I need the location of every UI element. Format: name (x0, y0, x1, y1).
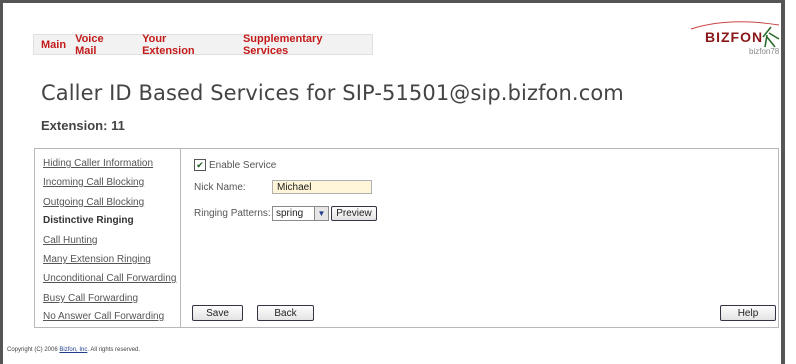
ringing-patterns-label: Ringing Patterns: (194, 208, 271, 219)
sidebar-item-no-answer-call-forwarding[interactable]: No Answer Call Forwarding (43, 311, 164, 322)
help-button[interactable]: Help (720, 305, 776, 321)
footer-copyright: Copyright (C) 2006 Bizfon, Inc. All righ… (7, 347, 140, 353)
enable-service-checkbox[interactable]: ✔ (194, 159, 206, 171)
sidebar-item-busy-call-forwarding[interactable]: Busy Call Forwarding (43, 293, 138, 304)
sidebar-item-many-extension-ringing[interactable]: Many Extension Ringing (43, 254, 151, 265)
page-title: Caller ID Based Services for SIP-51501@s… (41, 81, 624, 105)
logo-text: BIZFON (705, 29, 764, 45)
nav-supplementary-services[interactable]: Supplementary Services (243, 33, 366, 57)
preview-button[interactable]: Preview (331, 206, 377, 221)
top-nav: Main Voice Mail Your Extension Supplemen… (33, 33, 373, 57)
bizfon-logo: BIZFON bizfon78 (689, 17, 785, 57)
sidebar-item-incoming-call-blocking[interactable]: Incoming Call Blocking (43, 177, 144, 188)
nick-name-input[interactable]: Michael (272, 180, 372, 194)
footer-company-link[interactable]: Bizfon, Inc (59, 347, 87, 353)
footer-prefix: Copyright (C) 2006 (7, 347, 60, 353)
nick-name-label: Nick Name: (194, 182, 246, 193)
sidebar-item-outgoing-call-blocking[interactable]: Outgoing Call Blocking (43, 197, 144, 208)
service-sidebar: Hiding Caller Information Incoming Call … (35, 149, 181, 327)
sidebar-item-unconditional-call-forwarding[interactable]: Unconditional Call Forwarding (43, 273, 176, 284)
save-button[interactable]: Save (192, 305, 243, 321)
footer-suffix: . All rights reserved. (87, 347, 141, 353)
window-frame: Main Voice Mail Your Extension Supplemen… (0, 0, 785, 364)
nav-voice-mail[interactable]: Voice Mail (75, 33, 126, 57)
logo-subtext: bizfon78 (749, 47, 780, 56)
nav-main[interactable]: Main (41, 39, 66, 51)
service-panel: Hiding Caller Information Incoming Call … (34, 148, 779, 328)
enable-service-label: Enable Service (209, 159, 277, 171)
nav-your-extension[interactable]: Your Extension (142, 33, 219, 57)
sidebar-item-distinctive-ringing[interactable]: Distinctive Ringing (43, 215, 134, 226)
service-content: ✔ Enable Service Nick Name: Michael Ring… (181, 149, 778, 327)
extension-title: Extension: 11 (41, 118, 125, 133)
chevron-down-icon[interactable]: ▼ (314, 207, 328, 220)
ringing-patterns-select[interactable]: spring ▼ (272, 206, 329, 221)
sidebar-item-call-hunting[interactable]: Call Hunting (43, 235, 97, 246)
enable-service-row: ✔ Enable Service (194, 159, 276, 171)
sidebar-item-hiding-caller-information[interactable]: Hiding Caller Information (43, 158, 153, 169)
back-button[interactable]: Back (257, 305, 314, 321)
ringing-patterns-value: spring (276, 208, 304, 219)
